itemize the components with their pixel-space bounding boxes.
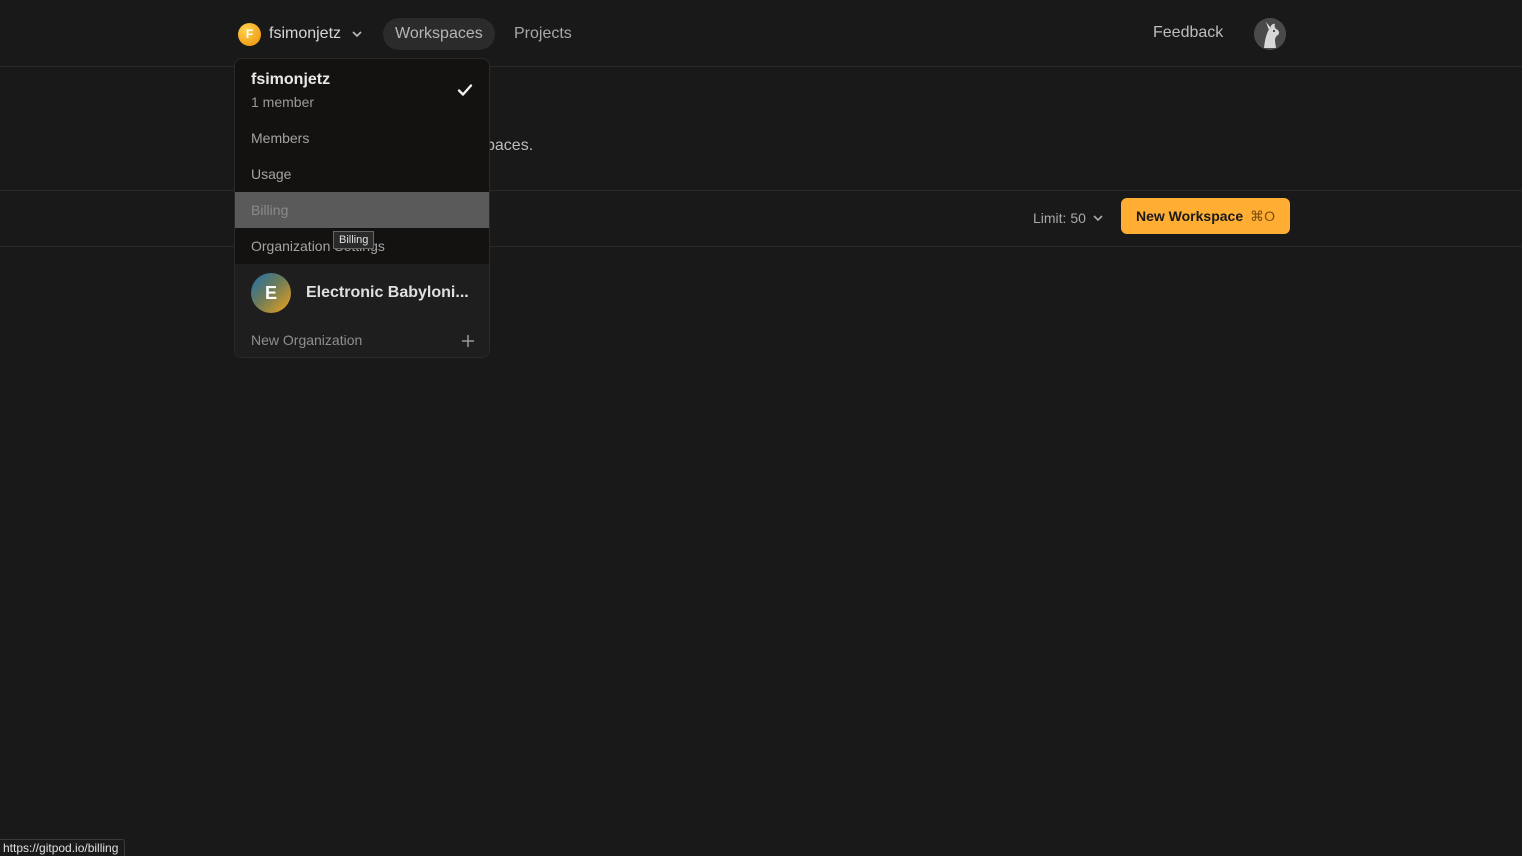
menu-item-members[interactable]: Members <box>235 120 489 156</box>
org-avatar: F <box>238 22 261 46</box>
tab-workspaces[interactable]: Workspaces <box>383 18 495 50</box>
menu-item-usage[interactable]: Usage <box>235 156 489 192</box>
other-org-item[interactable]: E Electronic Babyloni... <box>235 264 489 322</box>
shortcut-hint: ⌘O <box>1250 207 1275 224</box>
tab-projects[interactable]: Projects <box>502 18 584 50</box>
chevron-down-icon <box>1093 215 1103 222</box>
limit-select[interactable]: Limit: 50 <box>1033 210 1104 226</box>
other-org-avatar: E <box>251 273 291 313</box>
tooltip: Billing <box>333 231 375 249</box>
top-nav: F fsimonjetz Workspaces Projects Feedbac… <box>0 0 1522 67</box>
current-org-name: fsimonjetz <box>251 71 331 88</box>
org-name: fsimonjetz <box>269 25 342 42</box>
check-icon <box>457 84 473 96</box>
current-org-item[interactable]: fsimonjetz 1 member <box>235 59 489 119</box>
divider <box>0 190 1522 191</box>
org-switcher[interactable]: F fsimonjetz <box>238 21 363 47</box>
new-workspace-label: New Workspace <box>1135 208 1244 224</box>
new-organization-label: New Organization <box>251 332 363 348</box>
org-dropdown-menu: fsimonjetz 1 member Members Usage Billin… <box>234 58 490 358</box>
user-avatar[interactable] <box>1254 18 1286 50</box>
chevron-down-icon <box>352 31 362 38</box>
current-org-members: 1 member <box>251 94 315 110</box>
menu-item-billing[interactable]: Billing <box>235 192 489 228</box>
plus-icon <box>462 335 474 347</box>
divider <box>0 246 1522 247</box>
other-org-name: Electronic Babyloni... <box>306 284 469 301</box>
status-url: https://gitpod.io/billing <box>0 839 126 856</box>
new-organization-item[interactable]: New Organization <box>235 322 489 357</box>
feedback-link[interactable]: Feedback <box>1153 24 1223 42</box>
limit-label: Limit: 50 <box>1033 210 1086 226</box>
user-photo-icon <box>1254 18 1286 50</box>
new-workspace-button[interactable]: New Workspace ⌘O <box>1121 198 1290 234</box>
page-subtitle: paces. <box>486 137 534 154</box>
